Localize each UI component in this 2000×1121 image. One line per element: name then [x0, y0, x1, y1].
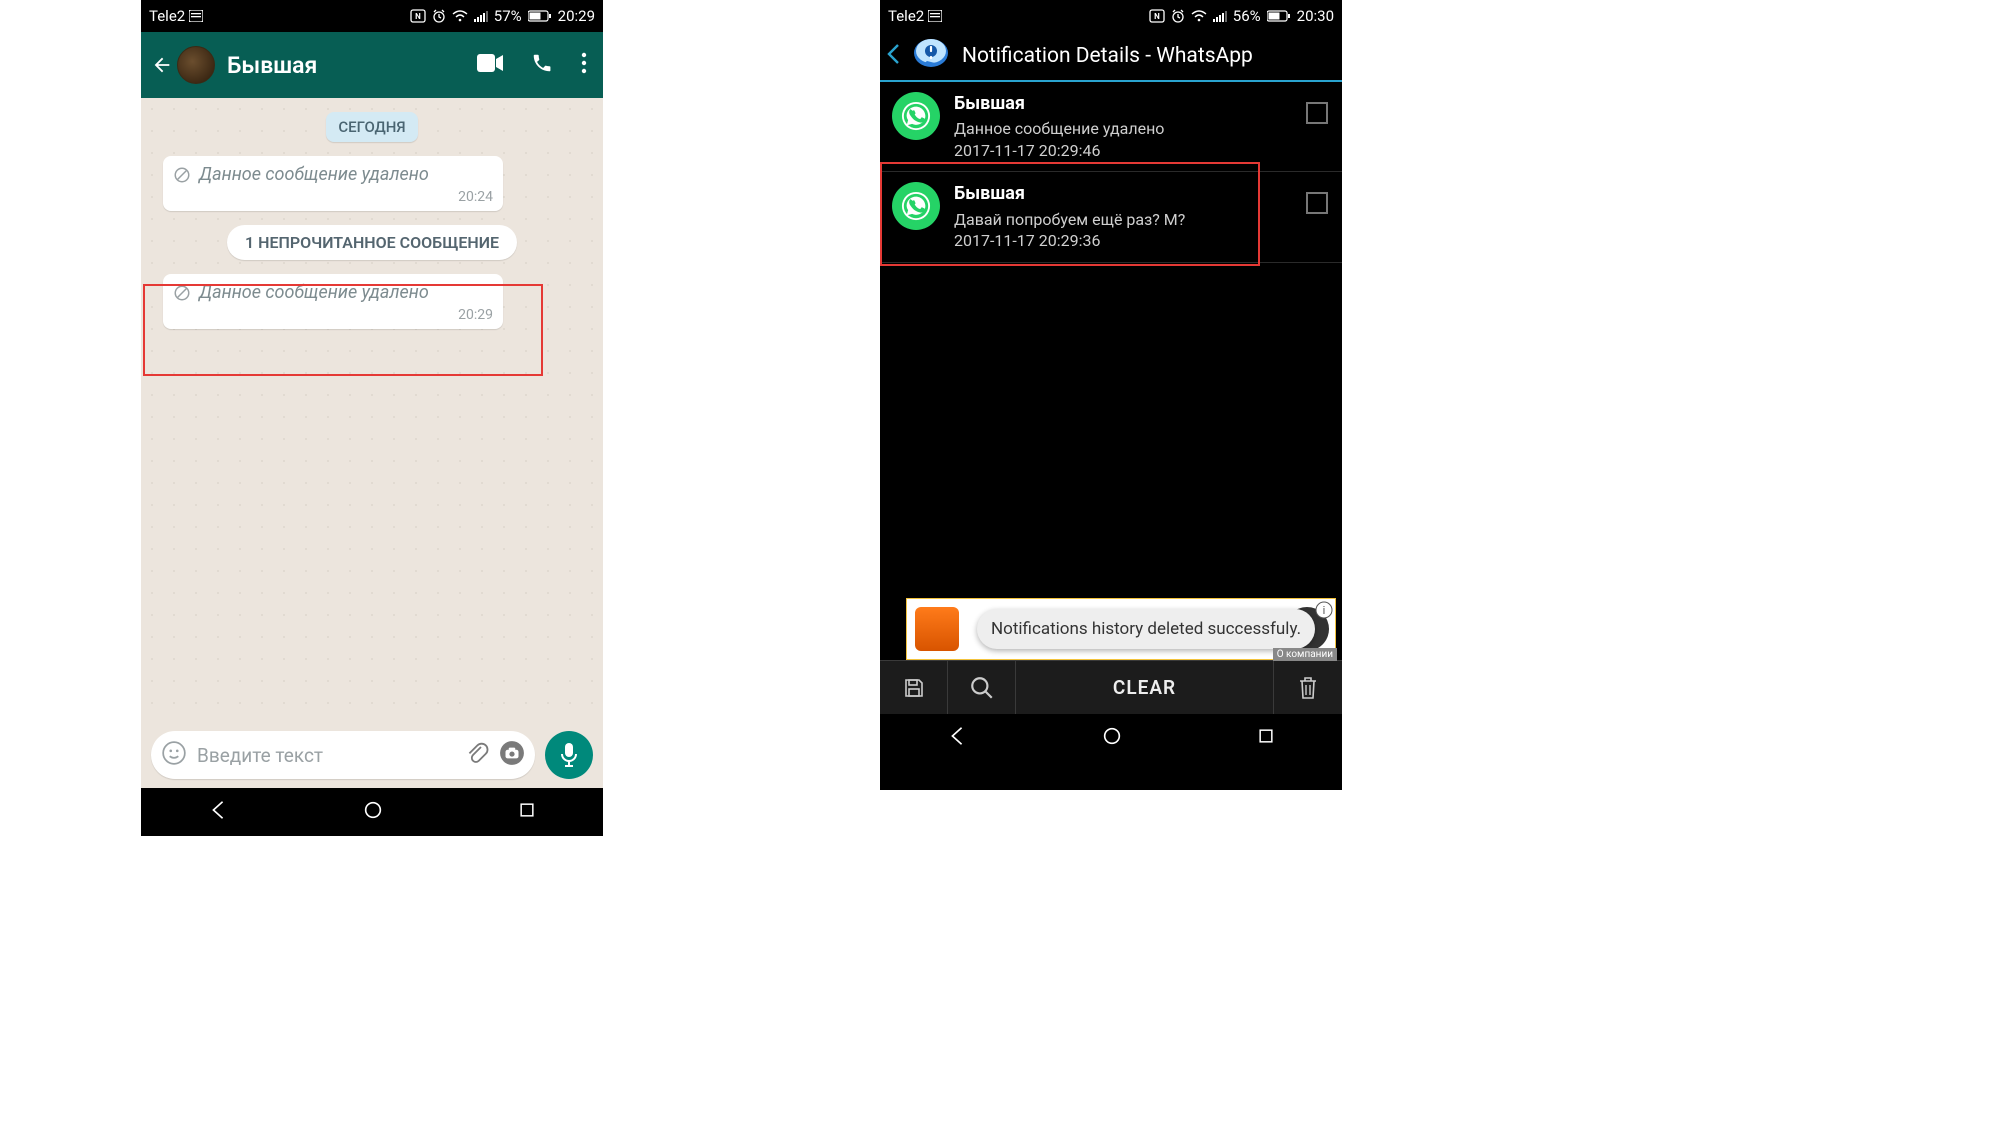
nav-home-button[interactable]	[362, 799, 384, 825]
nav-recents-button[interactable]	[1256, 726, 1276, 750]
status-bar: Tele2 N 57% 20:29	[141, 0, 603, 32]
clock-label: 20:30	[1297, 7, 1334, 25]
deleted-text: Данное сообщение удалено	[199, 164, 429, 185]
clock-label: 20:29	[558, 7, 595, 25]
status-bar: Tele2 N 56% 20:30	[880, 0, 1342, 32]
app-header: Notification Details - WhatsApp	[880, 32, 1342, 82]
notification-timestamp: 2017-11-17 20:29:46	[954, 140, 1164, 162]
contact-name[interactable]: Бывшая	[227, 52, 465, 79]
notification-row[interactable]: Бывшая Давай попробуем ещё раз? М? 2017-…	[880, 172, 1342, 262]
ad-image-icon	[915, 607, 959, 651]
wifi-icon	[452, 10, 468, 22]
nav-home-button[interactable]	[1101, 725, 1123, 751]
message-time: 20:24	[173, 189, 493, 205]
battery-percent: 57%	[494, 7, 522, 25]
delete-button[interactable]	[1274, 661, 1342, 714]
signal-icon	[1213, 10, 1227, 22]
chat-body[interactable]: СЕГОДНЯ Данное сообщение удалено 20:24 1…	[141, 98, 603, 722]
camera-icon[interactable]	[499, 740, 525, 770]
message-bubble[interactable]: Данное сообщение удалено 20:24	[163, 156, 503, 211]
message-input[interactable]: Введите текст	[151, 731, 535, 779]
notification-message: Давай попробуем ещё раз? М?	[954, 209, 1185, 231]
toast-message: Notifications history deleted successful…	[977, 609, 1315, 649]
voice-call-button[interactable]	[531, 52, 553, 78]
ad-banner[interactable]: Notifications history deleted successful…	[906, 598, 1336, 660]
search-icon	[969, 675, 995, 701]
notification-sender: Бывшая	[954, 182, 1185, 206]
android-navbar	[141, 788, 603, 836]
chat-header: Бывшая	[141, 32, 603, 98]
notification-history-screenshot: Tele2 N 56% 20:30 Notification Details -…	[880, 0, 1342, 790]
notification-message: Данное сообщение удалено	[954, 118, 1164, 140]
nav-back-button[interactable]	[946, 725, 968, 751]
nav-back-button[interactable]	[207, 799, 229, 825]
bottom-toolbar: CLEAR	[880, 660, 1342, 714]
battery-percent: 56%	[1233, 7, 1261, 25]
menu-button[interactable]	[581, 52, 587, 78]
search-button[interactable]	[948, 661, 1016, 714]
row-checkbox[interactable]	[1306, 192, 1328, 214]
deleted-text: Данное сообщение удалено	[199, 282, 429, 303]
nav-recents-button[interactable]	[517, 800, 537, 824]
row-checkbox[interactable]	[1306, 102, 1328, 124]
arrow-left-icon	[151, 54, 173, 76]
save-icon	[902, 676, 926, 700]
emoji-icon[interactable]	[161, 740, 187, 770]
sim-icon	[928, 10, 942, 22]
carrier-label: Tele2	[888, 7, 924, 25]
whatsapp-icon	[892, 182, 940, 230]
clear-button[interactable]: CLEAR	[1016, 661, 1274, 714]
svg-text:N: N	[1154, 12, 1160, 21]
battery-icon	[528, 10, 552, 22]
notification-sender: Бывшая	[954, 92, 1164, 116]
composer-bar: Введите текст	[141, 722, 603, 788]
signal-icon	[474, 10, 488, 22]
video-call-button[interactable]	[477, 54, 503, 76]
whatsapp-icon	[892, 92, 940, 140]
alarm-icon	[1171, 9, 1185, 23]
carrier-label: Tele2	[149, 7, 185, 25]
mic-icon	[559, 742, 579, 768]
notification-timestamp: 2017-11-17 20:29:36	[954, 230, 1185, 252]
mic-button[interactable]	[545, 731, 593, 779]
svg-text:N: N	[415, 12, 421, 21]
contact-avatar[interactable]	[177, 46, 215, 84]
save-button[interactable]	[880, 661, 948, 714]
android-navbar	[880, 714, 1342, 762]
svg-text:i: i	[1323, 604, 1326, 617]
app-logo-icon	[910, 35, 952, 77]
app-title: Notification Details - WhatsApp	[962, 44, 1253, 68]
wifi-icon	[1191, 10, 1207, 22]
battery-icon	[1267, 10, 1291, 22]
unread-divider: 1 НЕПРОЧИТАННОЕ СООБЩЕНИЕ	[227, 225, 517, 260]
ad-info-icon[interactable]: i	[1315, 601, 1333, 619]
trash-icon	[1296, 675, 1320, 701]
notification-list[interactable]: Бывшая Данное сообщение удалено 2017-11-…	[880, 82, 1342, 660]
attach-icon[interactable]	[465, 741, 489, 769]
notification-row[interactable]: Бывшая Данное сообщение удалено 2017-11-…	[880, 82, 1342, 172]
blocked-icon	[173, 166, 191, 184]
nfc-icon: N	[1149, 9, 1165, 23]
alarm-icon	[432, 9, 446, 23]
nfc-icon: N	[410, 9, 426, 23]
back-button[interactable]	[151, 46, 215, 84]
back-button[interactable]	[886, 43, 900, 69]
whatsapp-screenshot: Tele2 N 57% 20:29 Бывшая СЕГОДНЯ	[141, 0, 603, 790]
message-time: 20:29	[173, 307, 493, 323]
sim-icon	[189, 10, 203, 22]
ad-corner-label[interactable]: О компании	[1273, 648, 1337, 661]
placeholder-text: Введите текст	[197, 744, 455, 767]
blocked-icon	[173, 284, 191, 302]
message-bubble[interactable]: Данное сообщение удалено 20:29	[163, 274, 503, 329]
date-pill: СЕГОДНЯ	[326, 112, 417, 142]
